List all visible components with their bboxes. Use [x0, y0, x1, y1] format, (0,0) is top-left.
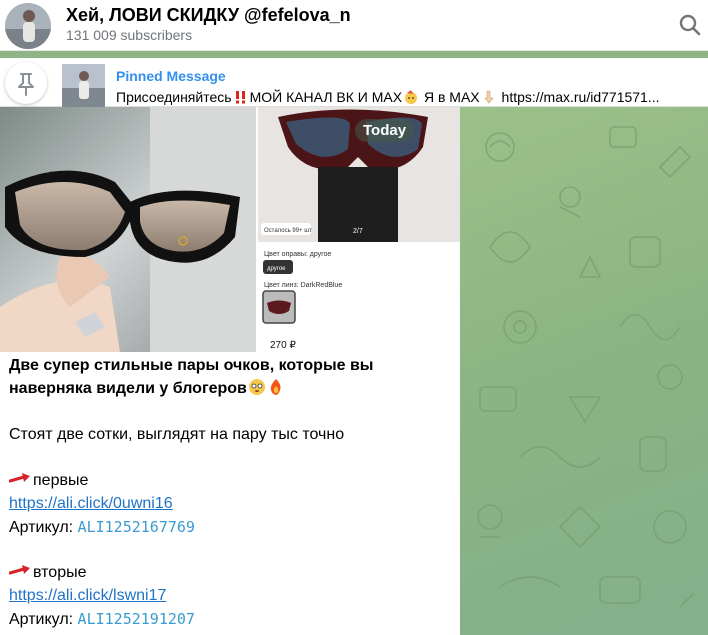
second-article-code[interactable]: ALI1252191207: [78, 610, 195, 628]
first-link[interactable]: https://ali.click/0uwni16: [9, 495, 173, 512]
image-counter: 2/7: [353, 228, 363, 235]
pin-button[interactable]: [5, 62, 47, 104]
point-down-icon: [484, 90, 494, 104]
first-article-code[interactable]: ALI1252167769: [78, 518, 195, 536]
stock-text: Осталось 99+ шт: [264, 228, 312, 234]
second-article-label: Артикул:: [9, 611, 78, 628]
first-article-line: Артикул: ALI1252167769: [9, 516, 449, 539]
date-badge: Today: [355, 119, 415, 142]
red-arrow-icon: [9, 565, 30, 575]
fire-icon: [270, 379, 281, 395]
flushed-face-icon: [248, 379, 265, 395]
channel-header[interactable]: Хей, ЛОВИ СКИДКУ @fefelova_n 131 009 sub…: [0, 0, 708, 51]
pinned-message-bar[interactable]: Pinned Message Присоединяйтесь МОЙ КАНАЛ …: [0, 58, 708, 107]
pinned-label: Pinned Message: [116, 68, 226, 84]
message-text: Две супер стильные пары очков, которые в…: [9, 355, 449, 631]
photo-glasses-hand[interactable]: •••: [0, 107, 256, 352]
headline-line: Две супер стильные пары очков, которые в…: [9, 357, 374, 374]
first-label-line: первые: [9, 470, 449, 493]
pinned-text: Присоединяйтесь МОЙ КАНАЛ ВК И МАХ Я в МА…: [116, 89, 706, 105]
pin-icon: [18, 73, 34, 96]
red-arrow-icon: [9, 473, 30, 483]
second-label-line: вторые: [9, 562, 449, 585]
pinned-link[interactable]: https://max.ru/id771571...: [498, 89, 660, 105]
pinned-thumbnail: [62, 64, 105, 107]
search-icon[interactable]: [676, 11, 704, 39]
pinned-text-part: Присоединяйтесь: [116, 89, 232, 105]
chat-background: [460, 107, 708, 635]
price-text: 270 ₽: [270, 340, 296, 351]
party-face-icon: [405, 90, 418, 104]
pinned-text-part: МОЙ КАНАЛ ВК И МАХ: [249, 89, 403, 105]
second-article-line: Артикул: ALI1252191207: [9, 608, 449, 631]
message-bubble[interactable]: ••• Осталось 99+ шт 2/7 Цвет оправы: дру…: [0, 107, 460, 635]
lens-color-label: Цвет линз: DarkRedBlue: [264, 282, 342, 289]
headline-text: наверняка видели у блогеров: [9, 380, 247, 397]
pinned-text-part: Я в МАХ: [420, 89, 480, 105]
headline-line-2: наверняка видели у блогеров: [9, 378, 449, 401]
first-link-line: https://ali.click/0uwni16: [9, 493, 449, 516]
frame-color-label: Цвет оправы: другое: [264, 251, 331, 258]
subscriber-count: 131 009 subscribers: [66, 27, 193, 43]
frame-color-value: другое: [267, 266, 286, 272]
photo-product-card[interactable]: Осталось 99+ шт 2/7 Цвет оправы: другое …: [258, 107, 460, 352]
second-link[interactable]: https://ali.click/lswni17: [9, 587, 166, 604]
channel-title: Хей, ЛОВИ СКИДКУ @fefelova_n: [66, 5, 351, 25]
first-article-label: Артикул:: [9, 519, 78, 536]
double-exclamation-icon: [235, 91, 245, 104]
price-comment-line: Стоят две сотки, выглядят на пару тыс то…: [9, 426, 345, 443]
first-label: первые: [33, 472, 89, 489]
channel-avatar[interactable]: [5, 3, 51, 49]
svg-text:•••: •••: [30, 343, 36, 349]
second-label: вторые: [33, 564, 87, 581]
second-link-line: https://ali.click/lswni17: [9, 585, 449, 608]
